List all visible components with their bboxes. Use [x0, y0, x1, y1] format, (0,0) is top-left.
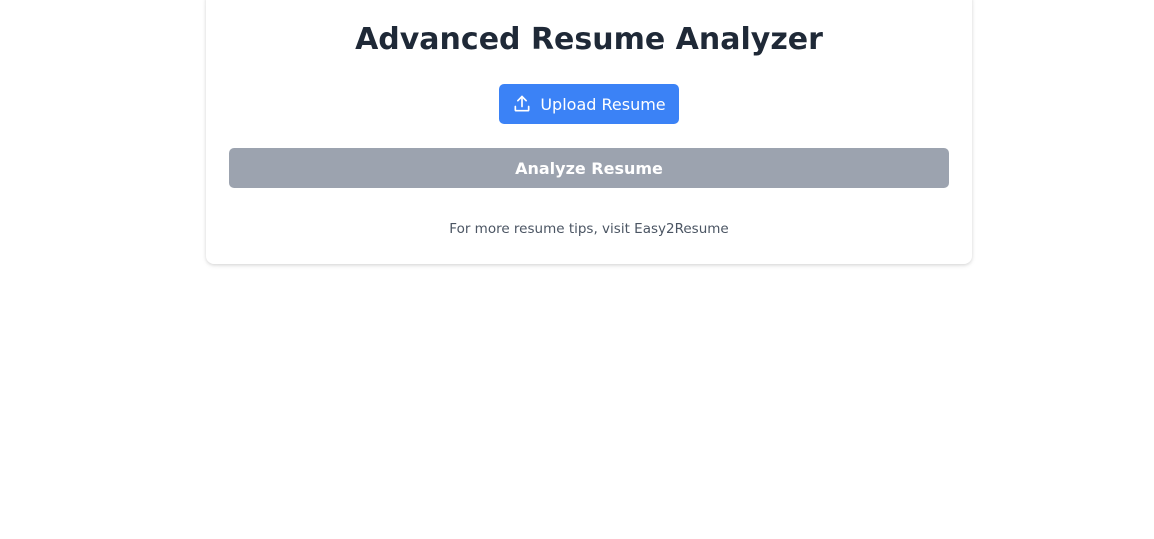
- upload-icon: [512, 94, 532, 114]
- upload-resume-button[interactable]: Upload Resume: [499, 84, 679, 124]
- analyzer-card: Advanced Resume Analyzer Upload Resume A…: [206, 0, 972, 264]
- footer-tip-text: For more resume tips, visit Easy2Resume: [449, 221, 729, 237]
- upload-button-label: Upload Resume: [540, 94, 666, 114]
- analyze-resume-button[interactable]: Analyze Resume: [229, 148, 949, 188]
- page-title: Advanced Resume Analyzer: [355, 22, 823, 57]
